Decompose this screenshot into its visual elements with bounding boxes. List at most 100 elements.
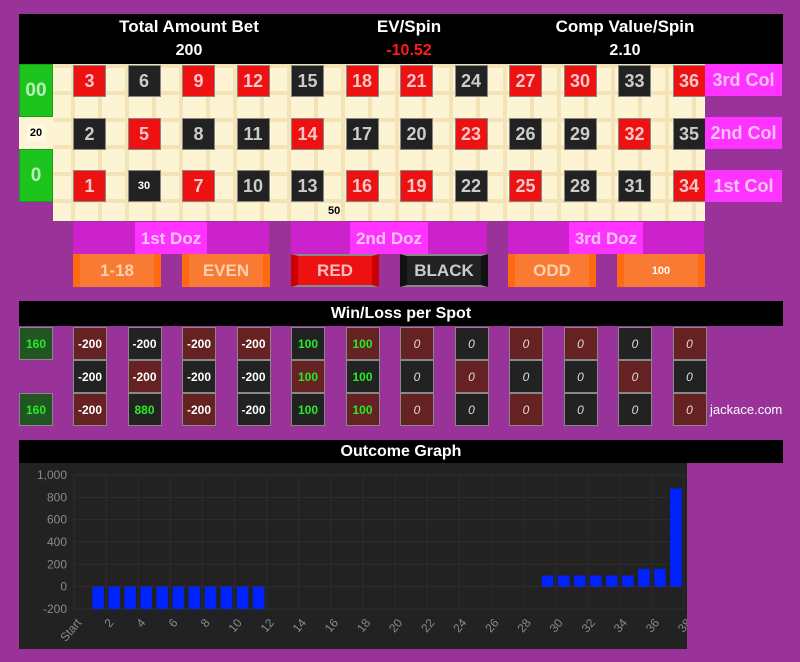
y-tick-label: 600 [47, 513, 67, 527]
x-tick-label: 10 [226, 616, 246, 635]
number-spot-36[interactable]: 36 [672, 65, 706, 97]
even-money-bet-odd[interactable]: ODD [508, 254, 596, 287]
column-bet-1st[interactable]: 1st Col [705, 170, 782, 202]
number-spot-27[interactable]: 27 [509, 65, 542, 97]
number-spot-5[interactable]: 5 [127, 118, 161, 150]
x-tick-label: 32 [579, 616, 599, 635]
number-label: 33 [624, 70, 645, 91]
winloss-cell: 0 [563, 360, 598, 393]
winloss-cell: 0 [400, 393, 434, 426]
number-label: 7 [193, 175, 204, 196]
winloss-cell: -200 [73, 393, 107, 426]
winloss-cell: 0 [563, 327, 598, 360]
number-spot-30[interactable]: 30 [563, 65, 597, 97]
winloss-cell: -200 [127, 327, 162, 360]
number-spot-20[interactable]: 20 [400, 118, 433, 150]
x-tick-label: 20 [386, 616, 406, 635]
number-spot-14[interactable]: 14 [291, 118, 324, 150]
winloss-cell: 100 [291, 393, 325, 426]
bar-29 [541, 575, 554, 587]
even-money-bet-1-18[interactable]: 1-18 [73, 254, 161, 287]
number-spot-3[interactable]: 3 [73, 65, 106, 97]
x-tick-label: 8 [198, 616, 213, 630]
number-spot-16[interactable]: 16 [345, 170, 379, 202]
stats-header: Total Amount Bet 200 EV/Spin -10.52 Comp… [19, 14, 783, 64]
number-spot-15[interactable]: 15 [291, 65, 324, 97]
number-spot-1[interactable]: 1 [73, 170, 106, 202]
x-tick-label: 16 [322, 616, 342, 635]
comp-stat: Comp Value/Spin 2.10 [525, 14, 725, 60]
number-spot-22[interactable]: 22 [454, 170, 488, 202]
column-bet-2nd[interactable]: 2nd Col [705, 117, 782, 149]
winloss-cell: 0 [509, 393, 543, 426]
winloss-cell: 0 [618, 393, 652, 426]
zero-spot[interactable]: 0 [19, 149, 53, 202]
number-spot-4[interactable]: 30 [127, 170, 161, 202]
chip: 30 [137, 180, 151, 192]
number-spot-31[interactable]: 31 [618, 170, 651, 202]
winloss-cell: -200 [182, 393, 216, 426]
winloss-cell: 0 [563, 393, 598, 426]
winloss-cell: 0 [400, 327, 434, 360]
brand-link[interactable]: jackace.com [710, 402, 782, 417]
number-spot-25[interactable]: 25 [509, 170, 542, 202]
number-spot-2[interactable]: 2 [73, 118, 106, 150]
number-spot-12[interactable]: 12 [236, 65, 270, 97]
number-spot-18[interactable]: 18 [345, 65, 379, 97]
number-spot-32[interactable]: 32 [618, 118, 651, 150]
winloss-cell: 0 [618, 327, 652, 360]
bar-30 [557, 575, 570, 587]
even-money-bet-red[interactable]: RED [291, 254, 379, 287]
number-label: 19 [406, 175, 427, 196]
number-spot-8[interactable]: 8 [182, 118, 215, 150]
number-spot-24[interactable]: 24 [454, 65, 488, 97]
even-money-bet-19-36[interactable]: 100 [617, 254, 705, 287]
winloss-cell: 0 [454, 393, 489, 426]
bar-11 [252, 586, 265, 609]
winloss-cell: -200 [127, 360, 162, 393]
even-money-bet-even[interactable]: EVEN [182, 254, 270, 287]
number-spot-6[interactable]: 6 [127, 65, 161, 97]
number-spot-17[interactable]: 17 [345, 118, 379, 150]
number-spot-28[interactable]: 28 [563, 170, 597, 202]
dozen-bet-2nd[interactable]: 2nd Doz [291, 222, 487, 254]
dozen-bet-1st[interactable]: 1st Doz [73, 222, 269, 254]
even-money-bet-black[interactable]: BLACK [400, 254, 488, 287]
winloss-cell-0: 160 [19, 393, 53, 426]
winloss-cell: 0 [672, 327, 707, 360]
zero-split-spot[interactable]: 20 [19, 117, 53, 149]
number-spot-7[interactable]: 7 [182, 170, 215, 202]
number-label: 12 [242, 70, 264, 91]
number-spot-10[interactable]: 10 [236, 170, 270, 202]
number-spot-35[interactable]: 35 [672, 118, 706, 150]
number-spot-11[interactable]: 11 [236, 118, 270, 150]
x-tick-label: 36 [643, 616, 663, 635]
number-label: 3 [84, 70, 95, 91]
number-spot-34[interactable]: 34 [672, 170, 706, 202]
column-bet-3rd[interactable]: 3rd Col [705, 64, 782, 96]
street-chip[interactable]: 50 [328, 205, 340, 217]
number-label: 17 [351, 123, 373, 144]
winloss-cell: 0 [454, 327, 489, 360]
number-spot-19[interactable]: 19 [400, 170, 433, 202]
winloss-title: Win/Loss per Spot [19, 301, 783, 326]
double-zero-spot[interactable]: 00 [19, 64, 53, 117]
bar-35 [638, 568, 650, 587]
winloss-cell-00: 160 [19, 327, 53, 360]
number-spot-26[interactable]: 26 [509, 118, 542, 150]
number-spot-21[interactable]: 21 [400, 65, 433, 97]
number-label: 32 [624, 123, 645, 144]
winloss-cell: -200 [236, 327, 271, 360]
winloss-cell: -200 [236, 360, 271, 393]
winloss-cell: 100 [345, 327, 380, 360]
x-tick-label: Start [57, 615, 84, 644]
number-spot-33[interactable]: 33 [618, 65, 651, 97]
number-spot-13[interactable]: 13 [291, 170, 324, 202]
dozen-bet-3rd[interactable]: 3rd Doz [508, 222, 704, 254]
number-spot-9[interactable]: 9 [182, 65, 215, 97]
number-spot-29[interactable]: 29 [563, 118, 597, 150]
number-spot-23[interactable]: 23 [454, 118, 488, 150]
number-label: 26 [515, 123, 536, 144]
ev-stat: EV/Spin -10.52 [309, 14, 509, 60]
number-label: 27 [515, 70, 536, 91]
